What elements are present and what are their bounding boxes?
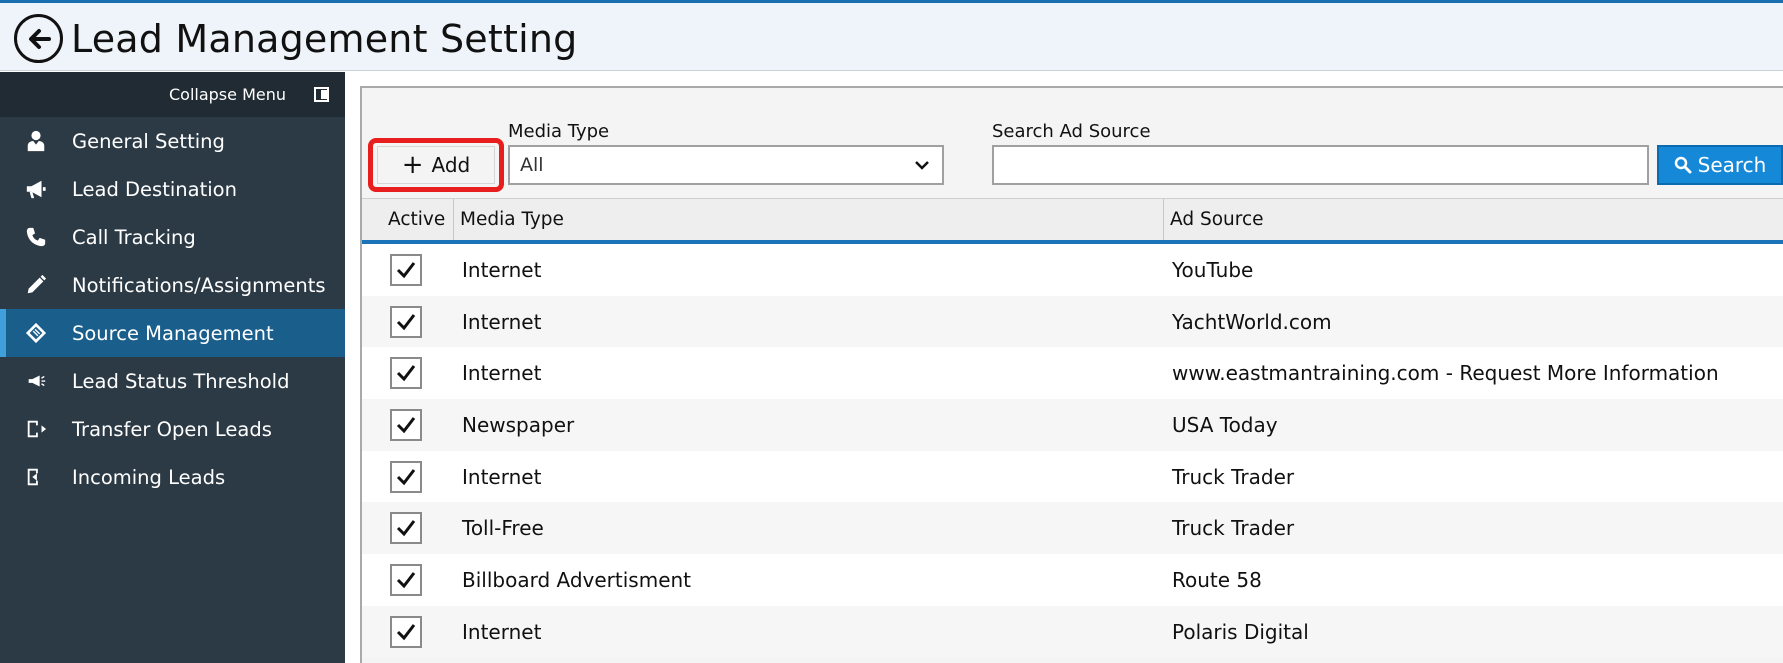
sidebar-item-label: Call Tracking bbox=[72, 225, 196, 249]
ad-source-cell: Route 58 bbox=[1172, 567, 1262, 592]
search-ad-source-label: Search Ad Source bbox=[992, 121, 1151, 142]
page-title: Lead Management Setting bbox=[71, 17, 578, 61]
table-row[interactable]: Newspaper USA Today bbox=[362, 399, 1783, 451]
ad-source-cell: USA Today bbox=[1172, 412, 1278, 437]
active-checkbox[interactable] bbox=[390, 615, 422, 648]
source-management-panel: + Add Media Type All Search Ad Source Se… bbox=[360, 86, 1783, 663]
table-row[interactable]: Internet Polaris Digital bbox=[362, 605, 1783, 658]
ad-source-cell: YachtWorld.com bbox=[1172, 309, 1332, 334]
media-type-cell: Toll-Free bbox=[462, 516, 544, 541]
search-button-label: Search bbox=[1697, 153, 1767, 177]
active-checkbox[interactable] bbox=[390, 305, 422, 338]
back-button[interactable] bbox=[14, 14, 63, 63]
search-icon bbox=[1674, 156, 1692, 174]
search-ad-source-input[interactable] bbox=[992, 145, 1649, 185]
sidebar-item-label: Lead Destination bbox=[72, 177, 237, 201]
sidebar-item-label: Source Management bbox=[72, 321, 274, 345]
table-row[interactable]: Internet Truck Trader bbox=[362, 450, 1783, 503]
ticket-icon bbox=[24, 321, 48, 345]
toolbar: + Add Media Type All Search Ad Source Se… bbox=[362, 88, 1783, 198]
collapse-menu-label: Collapse Menu bbox=[168, 85, 286, 104]
sidebar-item-label: Incoming Leads bbox=[72, 465, 226, 489]
checkmark-icon bbox=[396, 365, 416, 382]
ad-source-cell: Truck Trader bbox=[1172, 516, 1295, 541]
sidebar-item-general-setting[interactable]: General Setting bbox=[0, 117, 345, 165]
sidebar-item-label: Notifications/Assignments bbox=[72, 273, 326, 297]
sidebar-item-label: Lead Status Threshold bbox=[72, 369, 290, 393]
megaphone-small-icon bbox=[24, 369, 48, 393]
table-body: Internet YouTube Internet YachtWorld.com… bbox=[362, 244, 1783, 658]
pencil-icon bbox=[24, 273, 48, 297]
active-checkbox[interactable] bbox=[390, 357, 422, 390]
sidebar-item-incoming-leads[interactable]: Incoming Leads bbox=[0, 453, 345, 501]
arrow-left-icon bbox=[28, 28, 51, 49]
media-type-cell: Billboard Advertisment bbox=[462, 567, 692, 592]
table-row[interactable]: Internet www.eastmantraining.com - Reque… bbox=[362, 347, 1783, 400]
media-type-cell: Internet bbox=[462, 309, 542, 334]
media-type-cell: Newspaper bbox=[462, 412, 575, 437]
search-button[interactable]: Search bbox=[1657, 145, 1783, 185]
media-type-label: Media Type bbox=[508, 121, 610, 142]
active-checkbox[interactable] bbox=[390, 253, 422, 286]
table-row[interactable]: Internet YouTube bbox=[362, 244, 1783, 296]
user-tie-icon bbox=[24, 129, 48, 153]
checkmark-icon bbox=[396, 572, 416, 589]
ad-source-cell: YouTube bbox=[1172, 257, 1254, 282]
chevron-down-icon bbox=[915, 161, 929, 170]
media-type-select[interactable]: All bbox=[508, 145, 944, 185]
incoming-icon bbox=[24, 465, 48, 489]
add-button[interactable]: + Add bbox=[377, 146, 495, 184]
active-checkbox[interactable] bbox=[390, 460, 422, 493]
media-type-value: All bbox=[520, 154, 544, 176]
active-checkbox[interactable] bbox=[390, 512, 422, 545]
sidebar-item-transfer-open-leads[interactable]: Transfer Open Leads bbox=[0, 405, 345, 453]
checkmark-icon bbox=[396, 416, 416, 434]
sidebar-item-lead-destination[interactable]: Lead Destination bbox=[0, 165, 345, 213]
column-header-active[interactable]: Active bbox=[362, 199, 454, 240]
column-header-media-type[interactable]: Media Type bbox=[454, 199, 1164, 240]
collapse-menu-button[interactable]: Collapse Menu bbox=[0, 72, 345, 117]
active-checkbox[interactable] bbox=[390, 408, 422, 441]
sidebar-item-label: Transfer Open Leads bbox=[72, 417, 272, 441]
collapse-icon bbox=[314, 87, 329, 102]
checkmark-icon bbox=[396, 520, 416, 537]
checkmark-icon bbox=[396, 261, 416, 279]
transfer-icon bbox=[24, 417, 48, 441]
page-header: Lead Management Setting bbox=[0, 3, 1783, 71]
checkmark-icon bbox=[396, 623, 416, 640]
ad-source-cell: Truck Trader bbox=[1172, 464, 1295, 489]
table-row[interactable]: Internet YachtWorld.com bbox=[362, 295, 1783, 348]
checkmark-icon bbox=[396, 468, 416, 485]
media-type-cell: Internet bbox=[462, 464, 542, 489]
active-checkbox[interactable] bbox=[390, 563, 422, 596]
media-type-cell: Internet bbox=[462, 619, 542, 644]
add-button-label: Add bbox=[431, 153, 471, 177]
sidebar: Collapse Menu General Setting Lead Desti… bbox=[0, 72, 345, 663]
table-header: Active Media Type Ad Source bbox=[362, 198, 1783, 244]
sidebar-item-call-tracking[interactable]: Call Tracking bbox=[0, 213, 345, 261]
column-header-ad-source[interactable]: Ad Source bbox=[1164, 199, 1783, 240]
sidebar-item-lead-status-threshold[interactable]: Lead Status Threshold bbox=[0, 357, 345, 405]
plus-icon: + bbox=[401, 150, 424, 180]
sidebar-item-notifications-assignments[interactable]: Notifications/Assignments bbox=[0, 261, 345, 309]
media-type-cell: Internet bbox=[462, 257, 542, 282]
checkmark-icon bbox=[396, 313, 416, 330]
media-type-cell: Internet bbox=[462, 361, 542, 386]
ad-source-cell: Polaris Digital bbox=[1172, 619, 1309, 644]
table-row[interactable]: Billboard Advertisment Route 58 bbox=[362, 554, 1783, 606]
megaphone-icon bbox=[24, 177, 48, 201]
sidebar-item-source-management[interactable]: Source Management bbox=[0, 309, 345, 357]
phone-icon bbox=[24, 225, 48, 249]
sidebar-item-label: General Setting bbox=[72, 129, 225, 153]
ad-source-cell: www.eastmantraining.com - Request More I… bbox=[1172, 361, 1719, 386]
table-row[interactable]: Toll-Free Truck Trader bbox=[362, 502, 1783, 555]
